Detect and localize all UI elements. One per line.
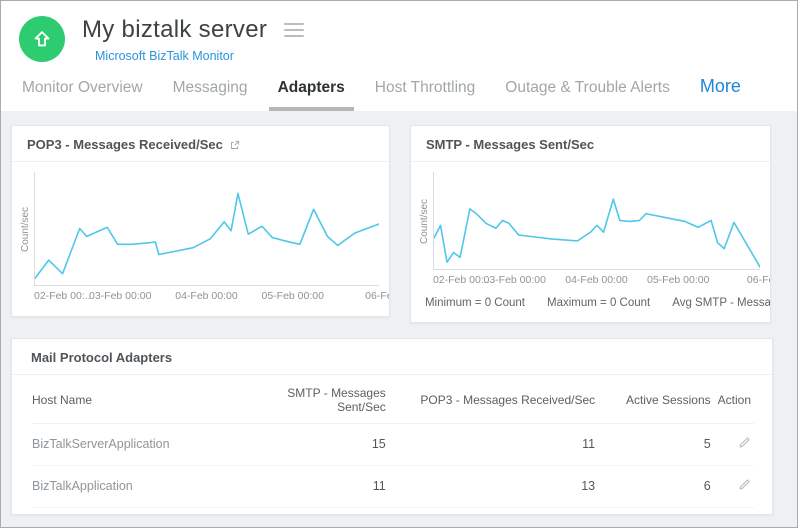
x-tick: 04-Feb 00:00: [175, 290, 237, 302]
stat-average: Avg SMTP - Messages Sent/Sec = 0 Count: [672, 297, 771, 309]
pencil-icon[interactable]: [738, 478, 751, 491]
col-pop3-received: POP3 - Messages Received/Sec: [386, 375, 595, 424]
x-tick: 02-Feb 00:..: [34, 290, 91, 302]
monitor-header: My biztalk server Microsoft BizTalk Moni…: [19, 16, 797, 65]
x-tick: 06-Feb 0: [747, 274, 771, 286]
table-row: BizTalkServerApplication 15 11 5: [32, 424, 754, 466]
table-title: Mail Protocol Adapters: [31, 350, 172, 365]
mail-protocol-adapters-card: Mail Protocol Adapters Host Name SMTP - …: [11, 338, 773, 515]
hamburger-menu-icon[interactable]: [282, 21, 306, 40]
pop3-cell: 11: [386, 424, 595, 466]
smtp-chart-title: SMTP - Messages Sent/Sec: [426, 137, 594, 152]
tab-more[interactable]: More: [700, 76, 741, 107]
page-title: My biztalk server: [82, 16, 267, 44]
pop3-chart-title: POP3 - Messages Received/Sec: [27, 137, 223, 152]
smtp-summary-stats: Minimum = 0 Count Maximum = 0 Count Avg …: [425, 297, 758, 309]
table-header-row: Host Name SMTP - Messages Sent/Sec POP3 …: [32, 375, 754, 424]
pop3-chart-card: POP3 - Messages Received/Sec Count/sec: [11, 125, 390, 317]
sessions-cell: 5: [595, 424, 711, 466]
monitor-titles: My biztalk server Microsoft BizTalk Moni…: [82, 16, 306, 65]
col-smtp-sent: SMTP - Messages Sent/Sec: [256, 375, 386, 424]
x-tick: 03-Feb 00:00: [483, 274, 545, 286]
smtp-x-axis-ticks: 02-Feb 00:.. 03-Feb 00:00 04-Feb 00:00 0…: [433, 274, 760, 288]
sessions-cell: 6: [595, 466, 711, 508]
external-link-icon[interactable]: [230, 140, 240, 150]
tab-monitor-overview[interactable]: Monitor Overview: [22, 79, 143, 111]
stat-maximum: Maximum = 0 Count: [547, 297, 650, 309]
dashboard-content: POP3 - Messages Received/Sec Count/sec: [1, 111, 797, 515]
pop3-y-axis-label: Count/sec: [20, 172, 34, 286]
up-arrow-icon: [31, 28, 53, 50]
tab-outage-trouble-alerts[interactable]: Outage & Trouble Alerts: [505, 79, 670, 111]
adapters-table: Host Name SMTP - Messages Sent/Sec POP3 …: [32, 375, 754, 508]
smtp-cell: 15: [256, 424, 386, 466]
pop3-plot: Count/sec: [12, 162, 389, 286]
smtp-plot-area: [433, 172, 760, 270]
col-host-name: Host Name: [32, 375, 256, 424]
x-tick: 04-Feb 00:00: [565, 274, 627, 286]
pencil-icon[interactable]: [738, 436, 751, 449]
x-tick: 05-Feb 00:00: [261, 290, 323, 302]
header: My biztalk server Microsoft BizTalk Moni…: [1, 1, 797, 111]
x-tick: 06-Feb 0: [365, 290, 390, 302]
x-tick: 02-Feb 00:..: [433, 274, 490, 286]
stat-minimum: Minimum = 0 Count: [425, 297, 525, 309]
x-tick: 03-Feb 00:00: [89, 290, 151, 302]
pop3-line-chart: [35, 172, 379, 285]
status-up-badge: [19, 16, 65, 62]
host-name-cell: BizTalkApplication: [32, 466, 256, 508]
host-name-cell: BizTalkServerApplication: [32, 424, 256, 466]
tab-adapters[interactable]: Adapters: [278, 79, 345, 111]
pop3-x-axis-ticks: 02-Feb 00:.. 03-Feb 00:00 04-Feb 00:00 0…: [34, 290, 379, 304]
col-action: Action: [711, 375, 754, 424]
app-window: My biztalk server Microsoft BizTalk Moni…: [0, 0, 798, 528]
table-row: BizTalkApplication 11 13 6: [32, 466, 754, 508]
smtp-cell: 11: [256, 466, 386, 508]
pop3-plot-area: [34, 172, 379, 286]
charts-row: POP3 - Messages Received/Sec Count/sec: [11, 125, 771, 323]
monitor-type-link[interactable]: Microsoft BizTalk Monitor: [95, 49, 234, 63]
x-tick: 05-Feb 00:00: [647, 274, 709, 286]
col-active-sessions: Active Sessions: [595, 375, 711, 424]
tab-messaging[interactable]: Messaging: [173, 79, 248, 111]
smtp-y-axis-label: Count/sec: [419, 172, 433, 270]
tab-bar: Monitor Overview Messaging Adapters Host…: [22, 76, 797, 111]
pop3-cell: 13: [386, 466, 595, 508]
smtp-line-chart: [434, 172, 760, 269]
smtp-chart-card: SMTP - Messages Sent/Sec Count/sec 02-Fe…: [410, 125, 771, 323]
smtp-plot: Count/sec: [411, 162, 770, 270]
tab-host-throttling[interactable]: Host Throttling: [375, 79, 476, 111]
